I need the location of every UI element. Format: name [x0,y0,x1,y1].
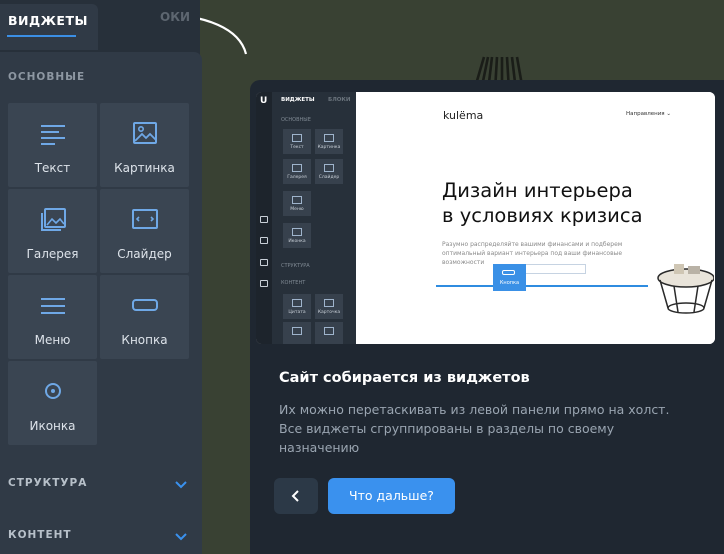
chevron-left-icon [291,490,299,502]
section-content[interactable]: КОНТЕНТ [0,523,200,549]
menu-icon [40,298,65,314]
preview-table-image [657,264,714,314]
widget-tile-gallery[interactable]: Галерея [8,189,97,273]
preview-site-canvas: kulëma Направления ⌄ Дизайн интерьера в … [356,92,715,344]
preview-brand-logo: kulëma [443,109,484,122]
slider-icon [131,209,158,229]
tab-widgets-label: ВИДЖЕТЫ [8,13,88,28]
preview-rail-layers-icon [260,216,268,223]
icon-widget-icon [44,383,61,399]
preview-dragged-button-widget: Кнопка [493,264,526,291]
tutorial-preview-image: U ВИДЖЕТЫ БЛОКИ ОСНОВНЫЕ Текст Картинка … [256,92,715,344]
preview-app-logo: U [260,96,268,106]
preview-tab-widgets: ВИДЖЕТЫ [281,97,315,103]
image-icon [132,122,157,144]
preview-section-structure: СТРУКТУРА [281,263,310,269]
preview-rail-widgets-icon [260,237,268,244]
button-icon [131,299,158,311]
widget-tile-label: Текст [34,161,71,175]
chevron-down-icon [175,481,187,489]
widget-tile-label: Картинка [114,161,175,175]
preview-tile: Иконка [283,223,311,248]
preview-section-basic: ОСНОВНЫЕ [281,117,311,123]
widget-tile-icon[interactable]: Иконка [8,361,97,445]
preview-nav-link: Направления ⌄ [626,111,671,117]
preview-tile: Меню [283,191,311,216]
widget-tile-button[interactable]: Кнопка [100,275,189,359]
back-button[interactable] [274,478,318,514]
tab-active-underline [7,35,76,37]
gallery-icon [40,208,66,231]
section-structure[interactable]: СТРУКТУРА [0,471,200,497]
preview-drop-indicator [436,285,648,287]
text-icon [40,125,65,145]
preview-tile: Цитата [283,294,311,319]
preview-paragraph: Разумно распределяйте вашими финансами и… [442,241,623,266]
preview-sidebar: U ВИДЖЕТЫ БЛОКИ ОСНОВНЫЕ Текст Картинка … [256,92,356,344]
widget-tile-label: Меню [34,333,71,347]
tab-widgets[interactable]: ВИДЖЕТЫ [0,4,98,50]
preview-tile: Галерея [283,159,311,184]
preview-tile: Картинка [315,129,343,154]
preview-tile [315,322,343,344]
next-button[interactable]: Что дальше? [328,478,455,514]
chevron-down-icon [175,533,187,541]
widget-tile-label: Кнопка [121,333,168,347]
preview-tile: Карточка [315,294,343,319]
section-structure-label: СТРУКТУРА [8,477,88,489]
widget-tile-menu[interactable]: Меню [8,275,97,359]
section-content-label: КОНТЕНТ [8,529,72,541]
widget-tile-slider[interactable]: Слайдер [100,189,189,273]
preview-rail-devices-icon [260,280,268,287]
panel-tabs: ВИДЖЕТЫ ОКИ [0,0,200,50]
preview-rail: U [256,92,272,344]
preview-tile: Слайдер [315,159,343,184]
widget-tile-text[interactable]: Текст [8,103,97,187]
preview-tile: Текст [283,129,311,154]
preview-tab-blocks: БЛОКИ [328,97,351,103]
tour-title: Сайт собирается из виджетов [279,370,530,386]
preview-heading: Дизайн интерьера в условиях кризиса [442,179,643,227]
widget-tile-label: Иконка [29,419,76,433]
preview-section-content: КОНТЕНТ [281,280,306,286]
preview-rail-theme-icon [260,259,268,266]
tour-description: Их можно перетаскивать из левой панели п… [279,402,670,455]
widget-tile-label: Слайдер [117,247,172,261]
tab-blocks[interactable]: ОКИ [160,10,190,24]
section-title-basic: ОСНОВНЫЕ [8,71,86,83]
preview-tile [283,322,311,344]
widget-tile-image[interactable]: Картинка [100,103,189,187]
widget-tile-label: Галерея [26,247,79,261]
